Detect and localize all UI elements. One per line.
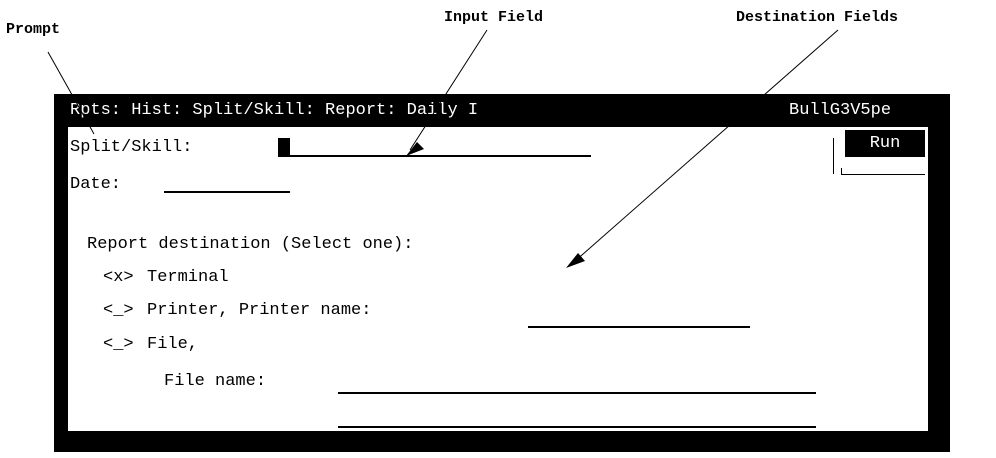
callout-destination-fields-label: Destination Fields bbox=[736, 9, 899, 26]
window-title: Rpts: Hist: Split/Skill: Report: Daily I bbox=[70, 101, 479, 120]
file-name-label: File name: bbox=[164, 372, 267, 391]
run-button[interactable]: Run bbox=[845, 130, 925, 157]
file-name-input[interactable] bbox=[338, 392, 816, 394]
option-terminal-label: Terminal bbox=[147, 268, 229, 287]
run-button-frame bbox=[833, 138, 834, 174]
printer-name-input[interactable] bbox=[528, 326, 750, 328]
system-name: BullG3V5pe bbox=[789, 101, 892, 120]
option-printer-label: Printer, Printer name: bbox=[147, 301, 372, 320]
split-skill-label: Split/Skill: bbox=[70, 138, 193, 157]
callout-prompt-label: Prompt bbox=[6, 21, 61, 38]
file-name-input-continued[interactable] bbox=[338, 426, 816, 428]
date-label: Date: bbox=[70, 175, 122, 194]
option-file-label: File, bbox=[147, 335, 199, 354]
option-printer-radio[interactable]: <_> bbox=[103, 301, 134, 321]
run-button-frame-tick bbox=[841, 168, 842, 175]
option-terminal-radio[interactable]: <x> bbox=[103, 268, 134, 288]
date-input[interactable] bbox=[164, 191, 290, 193]
destination-heading: Report destination (Select one): bbox=[87, 235, 414, 254]
option-file-radio[interactable]: <_> bbox=[103, 335, 134, 355]
run-button-frame-bottom bbox=[841, 174, 925, 175]
callout-input-field-label: Input Field bbox=[444, 9, 544, 26]
split-skill-input[interactable] bbox=[278, 155, 591, 157]
